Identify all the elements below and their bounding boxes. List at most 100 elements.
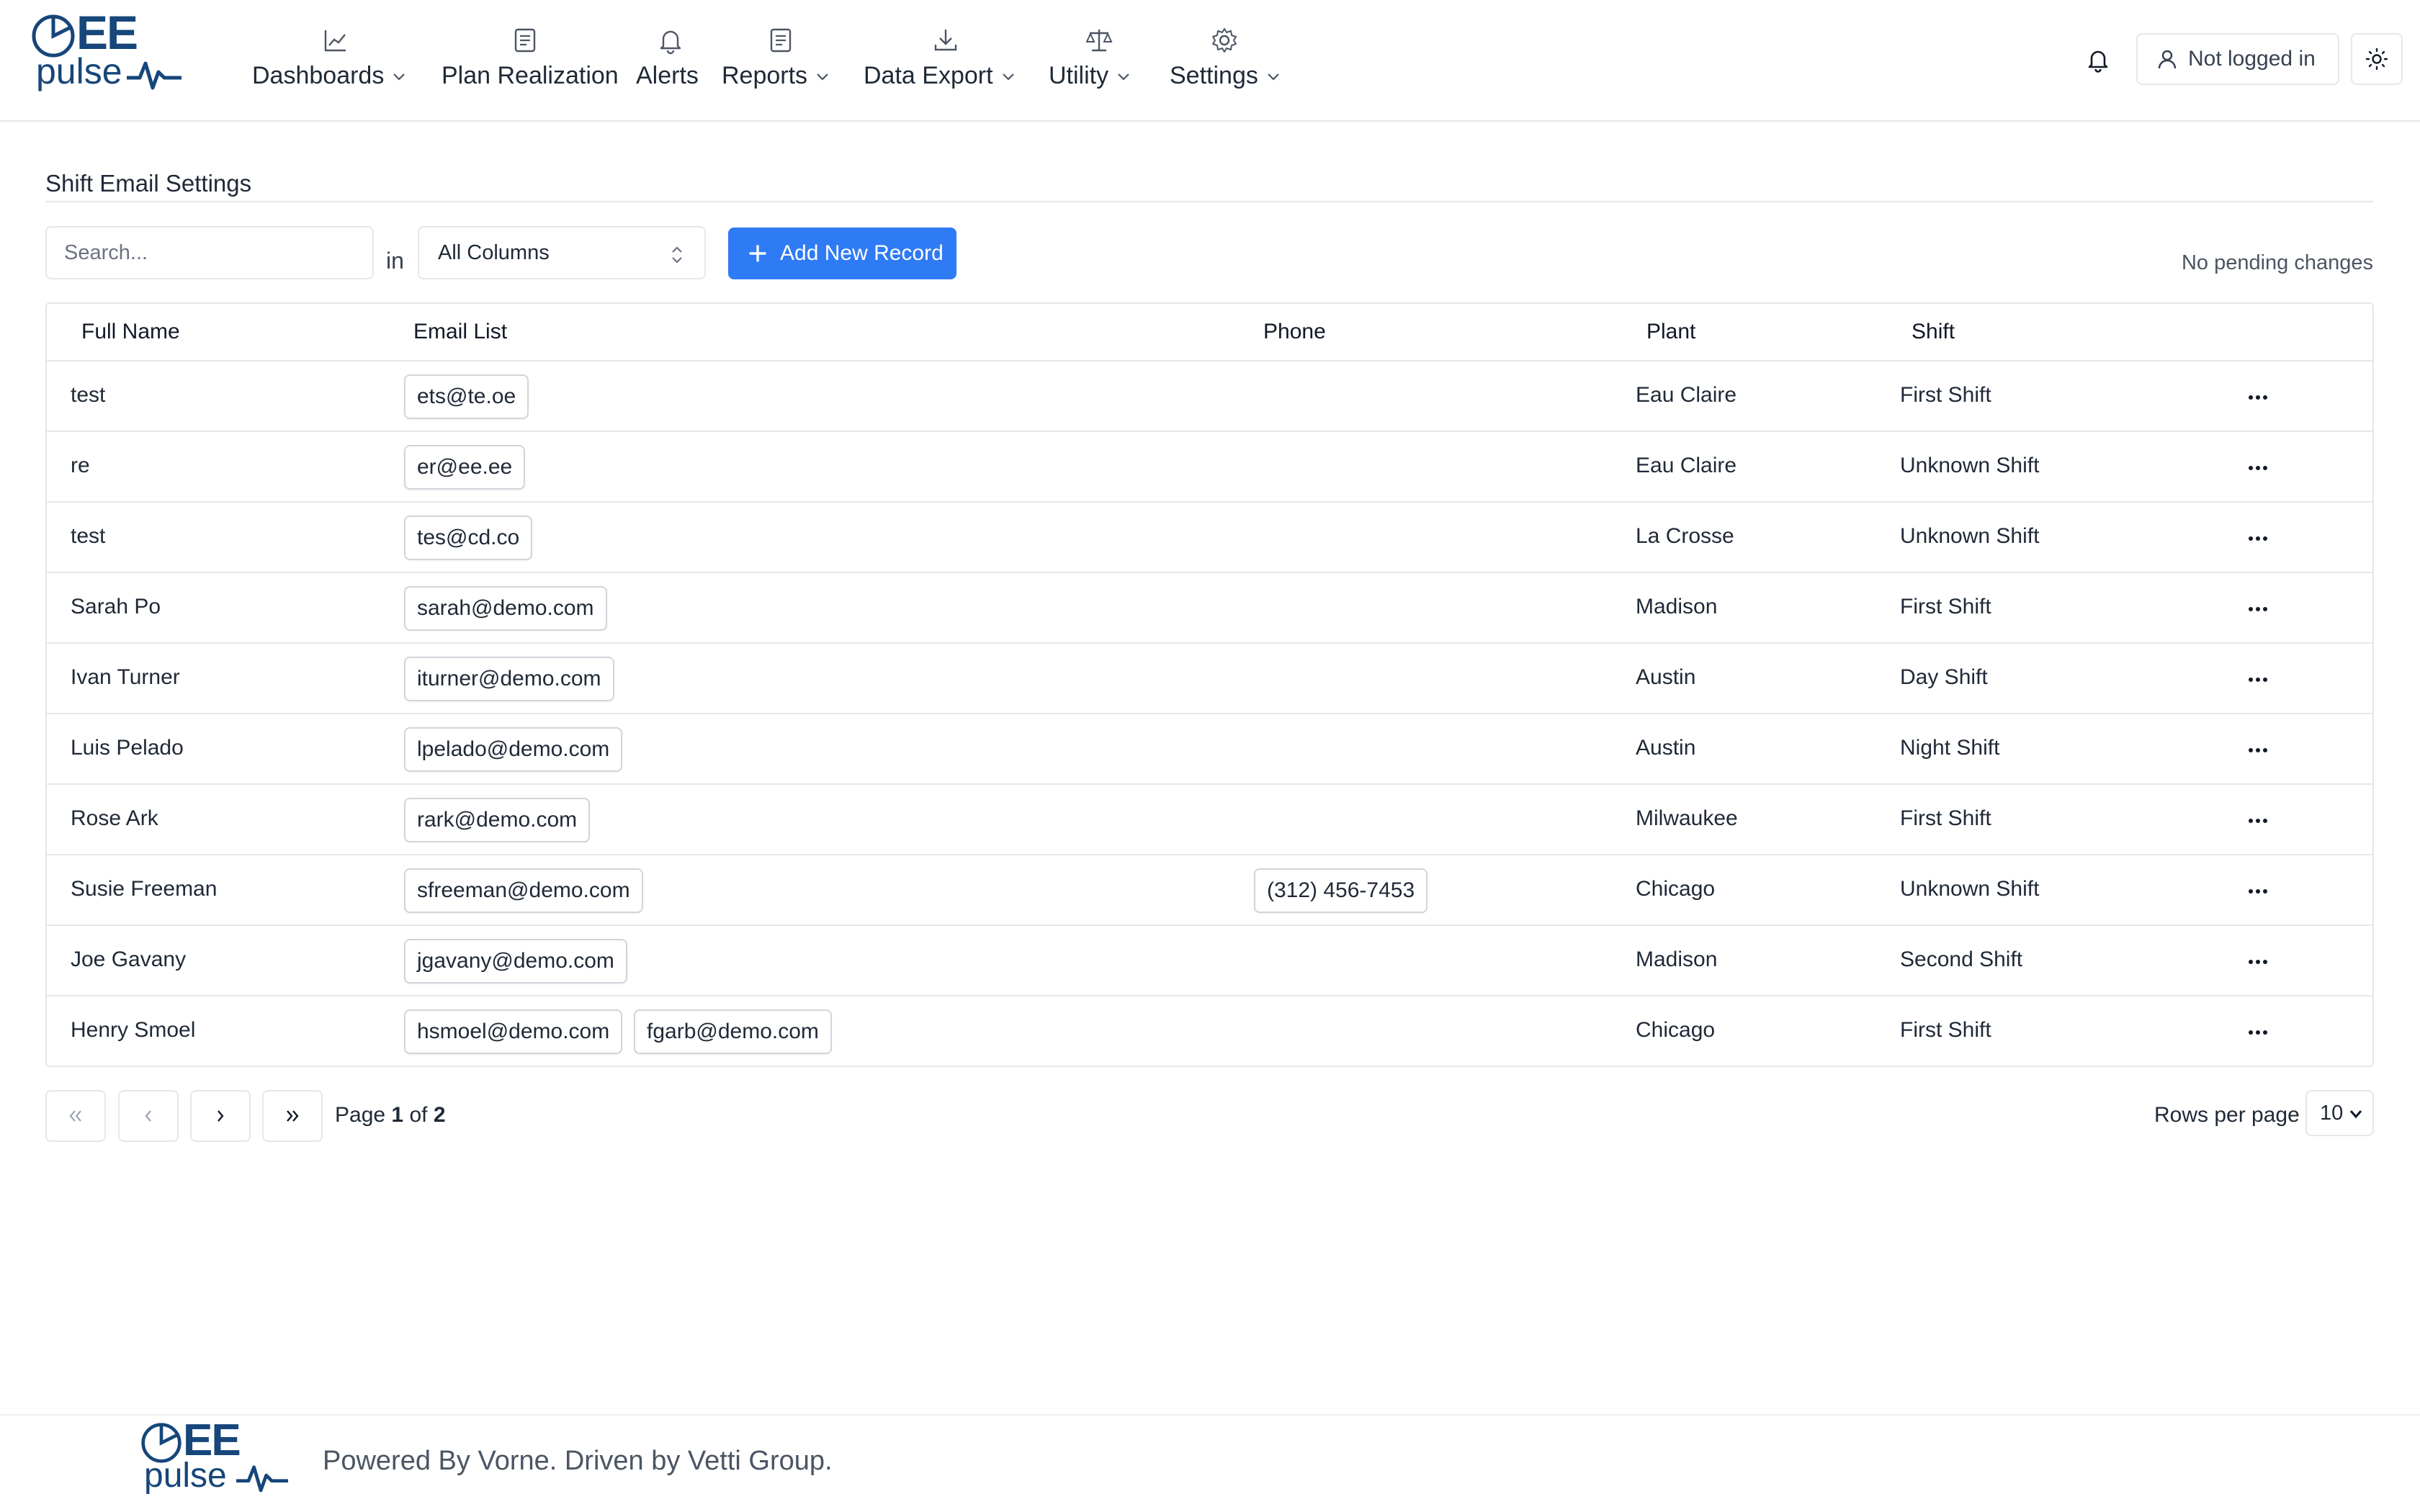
row-actions-menu-icon[interactable] — [2244, 806, 2272, 835]
nav-label-data-export: Data Export — [864, 62, 993, 89]
email-chip[interactable]: ets@te.oe — [404, 374, 529, 419]
cell-shift: Second Shift — [1900, 948, 2023, 971]
table-row[interactable]: Sarah Po sarah@demo.com Madison First Shift — [47, 573, 2372, 644]
nav-label-plan-realization: Plan Realization — [442, 62, 619, 89]
cell-plant: Madison — [1636, 948, 1718, 971]
cell-plant: La Crosse — [1636, 524, 1734, 548]
logo-text-bottom: pulse — [36, 51, 122, 91]
add-new-record-button[interactable]: Add New Record — [728, 228, 956, 279]
cell-plant: Chicago — [1636, 1018, 1716, 1042]
email-chip[interactable]: jgavany@demo.com — [404, 939, 627, 984]
page-of-label: of — [409, 1103, 428, 1127]
chevron-down-icon — [1002, 73, 1014, 81]
table-row[interactable]: Rose Ark rark@demo.com Milwaukee First Shif… — [47, 785, 2372, 855]
login-label: Not logged in — [2188, 47, 2316, 71]
rows-per-page-select[interactable]: 10 — [2305, 1090, 2374, 1136]
nav-dashboards[interactable]: Dashboards — [252, 22, 411, 94]
email-chip[interactable]: tes@cd.co — [404, 516, 533, 560]
nav-plan-realization[interactable]: Plan Realization — [442, 22, 619, 94]
row-actions-menu-icon[interactable] — [2244, 383, 2272, 412]
col-header-shift[interactable]: Shift — [1912, 320, 1955, 344]
row-actions-menu-icon[interactable] — [2244, 524, 2272, 553]
nav-label-utility: Utility — [1049, 62, 1109, 89]
next-page-button[interactable] — [190, 1090, 251, 1142]
row-actions-menu-icon[interactable] — [2244, 665, 2272, 694]
email-chip[interactable]: hsmoel@demo.com — [404, 1009, 623, 1054]
row-actions-menu-icon[interactable] — [2244, 948, 2272, 976]
nav-label-settings: Settings — [1170, 62, 1258, 89]
cell-full-name: test — [71, 383, 106, 407]
ee-pulse-logo[interactable]: EE pulse — [30, 9, 182, 96]
gear-icon — [1212, 28, 1237, 53]
search-input[interactable] — [45, 226, 374, 279]
cell-shift: Unknown Shift — [1900, 524, 2040, 548]
current-page: 1 — [391, 1103, 404, 1127]
table-row[interactable]: Henry Smoel hsmoel@demo.com fgarb@demo.com… — [47, 996, 2372, 1067]
notifications-bell-icon[interactable] — [2084, 45, 2112, 74]
row-actions-menu-icon[interactable] — [2244, 1018, 2272, 1047]
cell-shift: Unknown Shift — [1900, 454, 2040, 477]
row-actions-menu-icon[interactable] — [2244, 736, 2272, 765]
nav-reports[interactable]: Reports — [722, 22, 837, 94]
cell-full-name: test — [71, 524, 106, 548]
col-header-full-name[interactable]: Full Name — [81, 320, 180, 344]
col-header-email-list[interactable]: Email List — [413, 320, 507, 344]
nav-utility[interactable]: Utility — [1049, 22, 1150, 94]
table-row[interactable]: Ivan Turner iturner@demo.com Austin Day Shi… — [47, 644, 2372, 714]
col-header-phone[interactable]: Phone — [1263, 320, 1326, 344]
email-chip[interactable]: er@ee.ee — [404, 445, 526, 490]
cell-plant: Milwaukee — [1636, 806, 1738, 830]
chevron-down-icon — [1268, 73, 1279, 81]
theme-toggle-button[interactable] — [2351, 33, 2403, 85]
cell-full-name: Sarah Po — [71, 595, 161, 618]
pulse-wave-icon — [127, 61, 182, 90]
email-chip[interactable]: iturner@demo.com — [404, 657, 614, 701]
last-page-button[interactable] — [262, 1090, 323, 1142]
first-page-button[interactable] — [45, 1090, 106, 1142]
email-chip[interactable]: sfreeman@demo.com — [404, 868, 643, 913]
col-header-plant[interactable]: Plant — [1646, 320, 1695, 344]
table-header: Full Name Email List Phone Plant Shift — [47, 304, 2372, 361]
footer-credit-text: Powered By Vorne. Driven by Vetti Group. — [323, 1446, 833, 1476]
previous-page-button[interactable] — [118, 1090, 179, 1142]
row-actions-menu-icon[interactable] — [2244, 877, 2272, 906]
cell-plant: Eau Claire — [1636, 383, 1737, 407]
column-select[interactable]: All Columns — [418, 226, 706, 279]
bell-icon — [660, 30, 681, 55]
row-actions-menu-icon[interactable] — [2244, 595, 2272, 624]
cell-plant: Chicago — [1636, 877, 1716, 901]
cell-plant: Madison — [1636, 595, 1718, 618]
title-divider — [45, 201, 2373, 202]
table-row[interactable]: test ets@te.oe Eau Claire First Shift — [47, 361, 2372, 432]
cell-full-name: Ivan Turner — [71, 665, 180, 689]
chevron-down-icon — [2349, 1110, 2362, 1119]
footer-logo-text-bottom: pulse — [144, 1457, 227, 1495]
cell-shift: Unknown Shift — [1900, 877, 2040, 901]
phone-chip[interactable]: (312) 456-7453 — [1254, 868, 1428, 913]
chevrons-right-icon — [287, 1110, 299, 1122]
cell-shift: First Shift — [1900, 595, 1991, 618]
table-row[interactable]: re er@ee.ee Eau Claire Unknown Shift — [47, 432, 2372, 503]
email-chip[interactable]: fgarb@demo.com — [634, 1009, 832, 1054]
email-chip[interactable]: rark@demo.com — [404, 798, 591, 842]
table-row[interactable]: Joe Gavany jgavany@demo.com Madison Second … — [47, 926, 2372, 996]
user-icon — [2158, 50, 2177, 69]
rows-per-page-label: Rows per page — [2154, 1103, 2300, 1127]
nav-settings[interactable]: Settings — [1170, 22, 1292, 94]
email-chip[interactable]: sarah@demo.com — [404, 586, 607, 631]
nav-label-dashboards: Dashboards — [252, 62, 385, 89]
table-row[interactable]: Susie Freeman sfreeman@demo.com (312) 456-… — [47, 855, 2372, 926]
email-chip[interactable]: lpelado@demo.com — [404, 727, 623, 772]
page-title: Shift Email Settings — [45, 170, 252, 197]
table-row[interactable]: test tes@cd.co La Crosse Unknown Shift — [47, 503, 2372, 573]
cell-plant: Eau Claire — [1636, 454, 1737, 477]
nav-data-export[interactable]: Data Export — [864, 22, 1022, 94]
records-table: Full Name Email List Phone Plant Shift t… — [45, 302, 2374, 1067]
nav-alerts[interactable]: Alerts — [636, 22, 704, 94]
cell-full-name: Susie Freeman — [71, 877, 218, 901]
chart-line-icon — [324, 30, 346, 52]
table-row[interactable]: Luis Pelado lpelado@demo.com Austin Night S… — [47, 714, 2372, 785]
report-icon — [770, 28, 792, 53]
row-actions-menu-icon[interactable] — [2244, 454, 2272, 482]
login-button[interactable]: Not logged in — [2136, 33, 2339, 85]
